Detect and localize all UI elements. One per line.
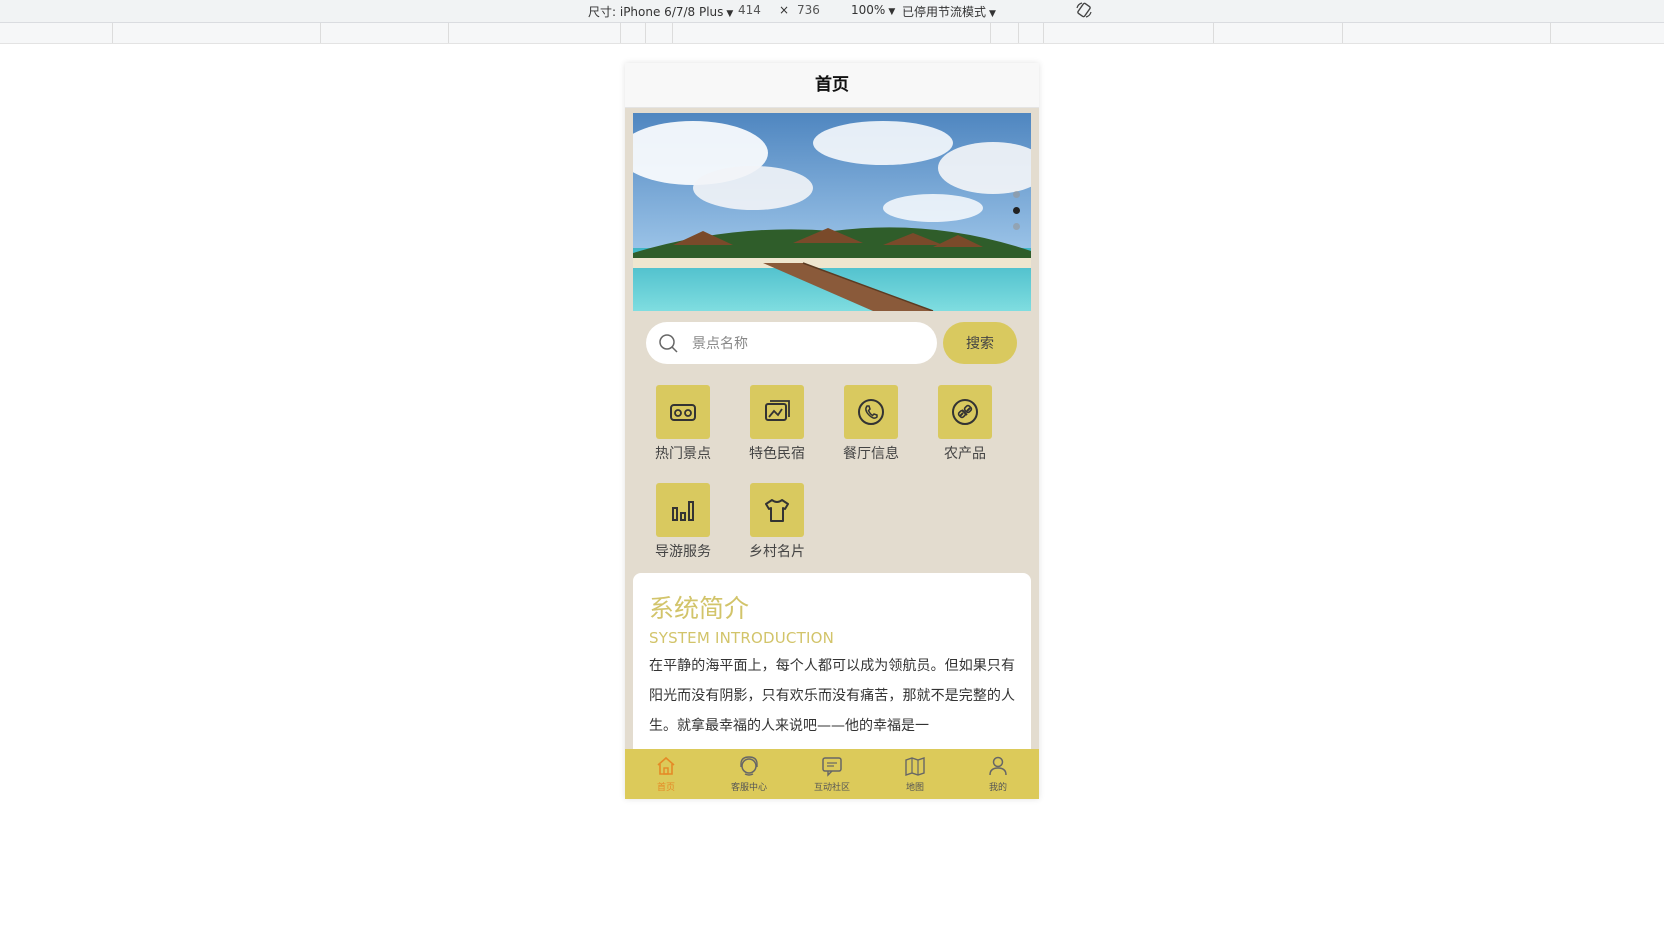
tab-label: 我的 [988,783,1007,793]
intro-subtitle: SYSTEM INTRODUCTION [649,629,835,647]
headset-icon [740,756,758,776]
category-hot-spots[interactable]: 热门景点 [643,385,723,463]
tab-community[interactable]: 互动社区 [791,749,873,799]
tab-label: 首页 [656,783,675,793]
carousel-dot[interactable] [1013,223,1020,230]
phone-icon [858,399,884,425]
rotate-icon[interactable] [1075,1,1093,19]
picture-icon [765,400,790,421]
category-restaurant[interactable]: 餐厅信息 [831,385,911,463]
bottom-tabbar: 首页 客服中心 互动社区 地图 我的 [625,749,1039,799]
carousel-dot[interactable] [1013,191,1020,198]
page-title: 首页 [625,63,1039,108]
category-label: 农产品 [944,446,986,462]
media-query-ruler [0,23,1664,44]
banner-image [633,113,1031,311]
category-label: 乡村名片 [749,544,805,560]
intro-body: 在平静的海平面上，每个人都可以成为领航员。但如果只有阳光而没有阴影，只有欢乐而没… [649,658,1015,734]
throttle-select[interactable]: 已停用节流模式 ▼ [902,3,996,20]
category-label: 热门景点 [655,446,711,462]
width-field[interactable]: 414 [738,3,761,17]
device-select[interactable]: 尺寸: iPhone 6/7/8 Plus ▼ [588,3,733,20]
throttle-label: 已停用节流模式 [902,5,987,19]
zoom-select[interactable]: 100% ▼ [851,3,895,17]
device-label: 尺寸: iPhone 6/7/8 Plus [588,5,724,19]
user-icon [989,756,1007,776]
search-input[interactable] [690,322,924,366]
banner-carousel[interactable] [633,113,1031,311]
search-button[interactable]: 搜索 [943,322,1017,364]
home-icon [657,756,675,775]
devtools-toolbar: 尺寸: iPhone 6/7/8 Plus ▼ 414 × 736 100% ▼ 已… [0,0,1664,23]
tab-service[interactable]: 客服中心 [708,749,790,799]
category-homestay[interactable]: 特色民宿 [737,385,817,463]
tab-label: 客服中心 [730,783,767,793]
device-caret-icon: ▼ [726,9,734,19]
category-products[interactable]: 农产品 [925,385,1005,463]
tab-label: 互动社区 [813,783,850,793]
link-icon [952,399,978,425]
tab-home[interactable]: 首页 [625,749,707,799]
carousel-dot-active[interactable] [1013,207,1020,214]
bar-chart-icon [672,501,694,521]
search-box [646,322,937,366]
zoom-label: 100% [851,3,886,17]
phone-viewport: 首页 景点名称 搜索 热门景点 特色民宿 餐厅信息 农产品 导游服务 乡村名片 … [625,63,1039,799]
tab-mine[interactable]: 我的 [957,749,1039,799]
zoom-caret-icon: ▼ [888,7,896,17]
category-label: 特色民宿 [749,446,805,462]
throttle-caret-icon: ▼ [989,9,996,19]
map-icon [905,757,925,776]
carousel-dots [1013,191,1021,239]
vr-goggles-icon [670,404,696,421]
category-label: 餐厅信息 [843,446,899,462]
chat-icon [822,757,842,777]
tab-map[interactable]: 地图 [874,749,956,799]
times-icon: × [779,3,790,17]
height-field[interactable]: 736 [797,3,820,17]
intro-title: 系统简介 [649,594,750,623]
tab-label: 地图 [905,783,924,793]
tshirt-icon [765,499,789,522]
category-village-card[interactable]: 乡村名片 [737,483,817,561]
category-label: 导游服务 [655,544,711,560]
category-guide[interactable]: 导游服务 [643,483,723,561]
search-icon [659,334,678,353]
